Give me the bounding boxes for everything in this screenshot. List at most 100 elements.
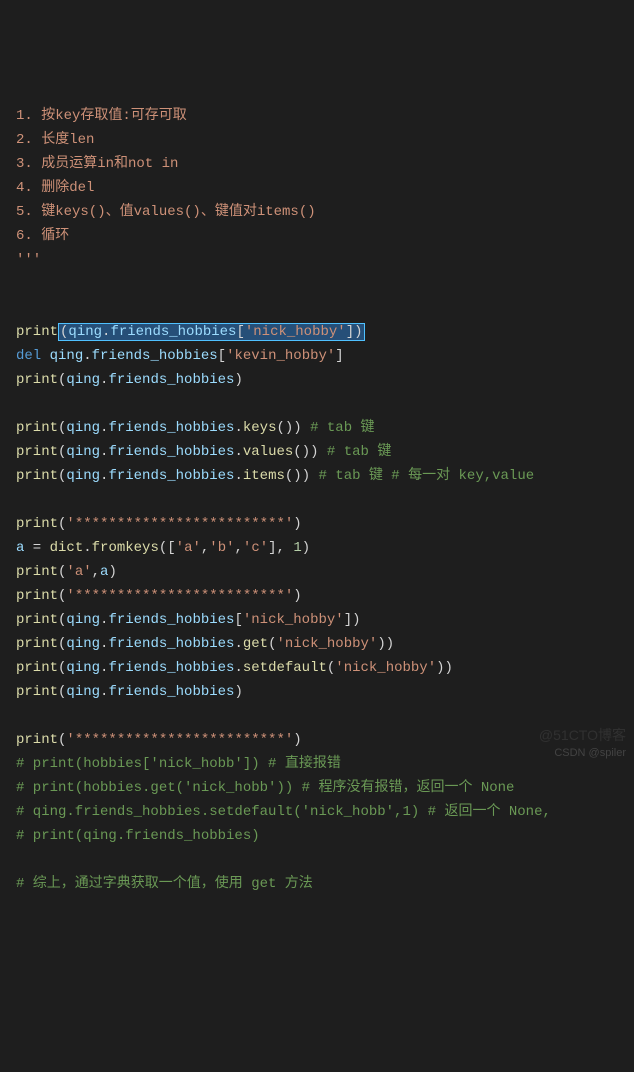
code-line [16,704,618,728]
token: ]) [344,612,361,628]
code-line: print(qing.friends_hobbies.items()) # ta… [16,464,618,488]
code-line: print(qing.friends_hobbies['nick_hobby']… [16,608,618,632]
token: qing [66,444,100,460]
token: friends_hobbies [108,468,234,484]
code-line: print(qing.friends_hobbies.get('nick_hob… [16,632,618,656]
token: . [83,540,91,556]
token: qing [66,660,100,676]
code-line: print('*************************') [16,728,618,752]
code-line: ''' [16,248,618,272]
code-line: a = dict.fromkeys(['a','b','c'], 1) [16,536,618,560]
token: print [16,468,58,484]
token: ()) [293,444,327,460]
token: friends_hobbies [108,420,234,436]
token: qing [66,612,100,628]
code-line [16,488,618,512]
token: qing [50,348,84,364]
token: 1. 按key存取值:可存可取 [16,108,187,124]
token: . [234,420,242,436]
token: '*************************' [66,588,293,604]
token: qing [66,636,100,652]
token: ], [268,540,293,556]
token: dict [50,540,84,556]
token: 'a' [176,540,201,556]
token: . [234,636,242,652]
token: fromkeys [92,540,159,556]
token: 'nick_hobby' [277,636,378,652]
token: )) [377,636,394,652]
token: # tab 键 [327,444,391,460]
token: ( [268,636,276,652]
token: setdefault [243,660,327,676]
token: friends_hobbies [108,612,234,628]
token: # print(hobbies.get('nick_hobb')) # 程序没有… [16,780,514,796]
token: friends_hobbies [108,372,234,388]
token: # qing.friends_hobbies.setdefault('nick_… [16,804,551,820]
code-line: print('*************************') [16,584,618,608]
token: ) [302,540,310,556]
code-line: 3. 成员运算in和not in [16,152,618,176]
code-line: # 综上，通过字典获取一个值，使用 get 方法 [16,872,618,896]
token: values [243,444,293,460]
token: [ [218,348,226,364]
token: 'nick_hobby' [243,612,344,628]
token: ] [335,348,343,364]
token: . [83,348,91,364]
token: 4. 删除del [16,180,94,196]
code-line: print(qing.friends_hobbies.keys()) # tab… [16,416,618,440]
token: , [92,564,100,580]
token: 2. 长度len [16,132,94,148]
token: friends_hobbies [92,348,218,364]
code-line: print(qing.friends_hobbies['nick_hobby']… [16,320,618,344]
code-line: print('a',a) [16,560,618,584]
token: 'a' [66,564,91,580]
code-line: print(qing.friends_hobbies.values()) # t… [16,440,618,464]
token: ()) [285,468,319,484]
token: # print(qing.friends_hobbies) [16,828,260,844]
token: qing [66,420,100,436]
token: ) [234,684,242,700]
token: '*************************' [66,516,293,532]
token: print [16,588,58,604]
token: # print(hobbies['nick_hobb']) # 直接报错 [16,756,341,772]
token: print [16,564,58,580]
code-line: 5. 键keys()、值values()、键值对items() [16,200,618,224]
code-line: # print(hobbies.get('nick_hobb')) # 程序没有… [16,776,618,800]
code-line: print('*************************') [16,512,618,536]
token: print [16,684,58,700]
code-block: 1. 按key存取值:可存可取 2. 长度len 3. 成员运算in和not in 4… [16,104,618,896]
token: # 综上，通过字典获取一个值，使用 get 方法 [16,876,313,892]
code-line: del qing.friends_hobbies['kevin_hobby'] [16,344,618,368]
code-line [16,848,618,872]
token: friends_hobbies [108,684,234,700]
token: (qing.friends_hobbies['nick_hobby']) [58,323,365,341]
token: ()) [276,420,310,436]
token: '*************************' [66,732,293,748]
token: 'c' [243,540,268,556]
code-line: 6. 循环 [16,224,618,248]
code-line: 2. 长度len [16,128,618,152]
token: print [16,372,58,388]
token: ) [293,732,301,748]
token: )) [436,660,453,676]
token: print [16,420,58,436]
code-line [16,296,618,320]
code-line [16,392,618,416]
token: ) [293,588,301,604]
token: ([ [159,540,176,556]
token: . [234,444,242,460]
token: 1 [293,540,301,556]
token: qing [66,468,100,484]
token: friends_hobbies [108,660,234,676]
token: print [16,636,58,652]
code-line [16,272,618,296]
token: print [16,516,58,532]
token: print [16,660,58,676]
code-line: print(qing.friends_hobbies.setdefault('n… [16,656,618,680]
token: print [16,732,58,748]
token: friends_hobbies [108,636,234,652]
token: 'kevin_hobby' [226,348,335,364]
token: ) [293,516,301,532]
token: qing [66,372,100,388]
watermark-csdn: CSDN @spiler [554,741,626,765]
